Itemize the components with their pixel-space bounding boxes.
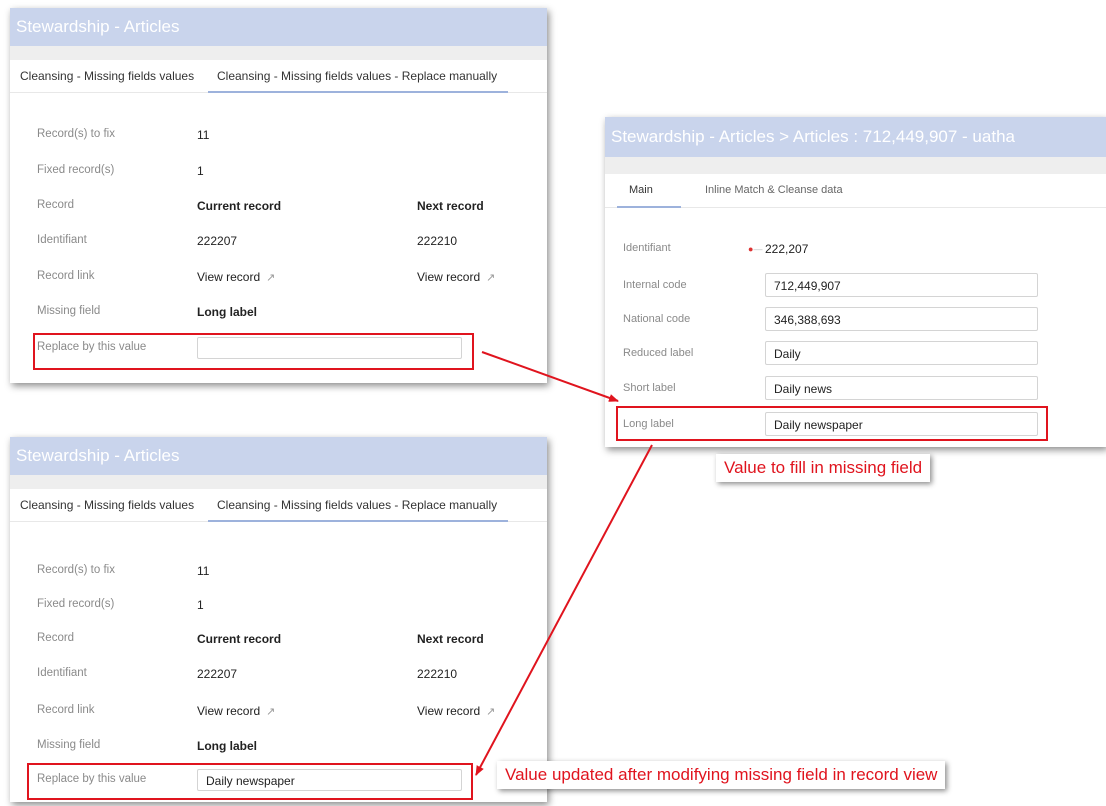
- records-to-fix-label: Record(s) to fix: [37, 128, 115, 140]
- external-link-icon: ↗: [486, 272, 496, 284]
- status-flag-icon: ●—: [748, 244, 763, 254]
- external-link-icon: ↗: [486, 706, 496, 718]
- reduced-label-input[interactable]: Daily: [765, 341, 1038, 365]
- tab-missing-fields[interactable]: Cleansing - Missing fields values: [20, 69, 194, 83]
- records-to-fix-value: 11: [197, 128, 210, 142]
- record-link-label: Record link: [37, 270, 95, 282]
- replace-row-highlight: [27, 763, 473, 800]
- tab-main[interactable]: Main: [629, 184, 653, 196]
- missing-field-label: Missing field: [37, 305, 101, 317]
- next-record-heading: Next record: [417, 632, 484, 646]
- view-record-text: View record: [417, 704, 481, 718]
- identifiant-label: Identifiant: [37, 234, 87, 246]
- short-label-input[interactable]: Daily news: [765, 376, 1038, 400]
- fill-missing-annotation: Value to fill in missing field: [716, 454, 931, 482]
- identifiant-next-value: 222210: [417, 667, 458, 681]
- records-to-fix-value: 11: [197, 564, 210, 578]
- short-label-label: Short label: [623, 382, 676, 394]
- replace-row-highlight: [33, 333, 474, 370]
- national-code-label: National code: [623, 313, 691, 325]
- tab-inline-match-cleanse[interactable]: Inline Match & Cleanse data: [705, 184, 843, 196]
- panel-toolbar-strip: [10, 475, 547, 489]
- panel-toolbar-strip: [605, 157, 1106, 174]
- record-label: Record: [37, 632, 75, 644]
- bottom-stewardship-panel: Stewardship - Articles Cleansing - Missi…: [10, 437, 547, 802]
- identifiant-next-value: 222210: [417, 234, 458, 248]
- panel-title: Stewardship - Articles: [10, 8, 547, 46]
- value-updated-annotation: Value updated after modifying missing fi…: [497, 761, 946, 789]
- fixed-records-label: Fixed record(s): [37, 598, 115, 610]
- reduced-label-label: Reduced label: [623, 347, 694, 359]
- view-record-text: View record: [417, 270, 481, 284]
- missing-field-value: Long label: [197, 305, 257, 319]
- view-record-text: View record: [197, 270, 261, 284]
- internal-code-label: Internal code: [623, 279, 687, 291]
- identifiant-label: Identifiant: [37, 667, 87, 679]
- identifiant-value: 222,207: [765, 242, 809, 256]
- identifiant-label: Identifiant: [623, 242, 671, 254]
- internal-code-input[interactable]: 712,449,907: [765, 273, 1038, 297]
- view-record-text: View record: [197, 704, 261, 718]
- record-view-panel: Stewardship - Articles > Articles : 712,…: [605, 117, 1106, 447]
- fixed-records-value: 1: [197, 598, 204, 612]
- view-next-record-link[interactable]: View record ↗: [417, 270, 495, 284]
- top-stewardship-panel: Stewardship - Articles Cleansing - Missi…: [10, 8, 547, 383]
- identifiant-current-value: 222207: [197, 234, 238, 248]
- fixed-records-value: 1: [197, 164, 204, 178]
- missing-field-label: Missing field: [37, 739, 101, 751]
- view-current-record-link[interactable]: View record ↗: [197, 270, 275, 284]
- identifiant-current-value: 222207: [197, 667, 238, 681]
- missing-field-value: Long label: [197, 739, 257, 753]
- fixed-records-label: Fixed record(s): [37, 164, 115, 176]
- view-current-record-link[interactable]: View record ↗: [197, 704, 275, 718]
- national-code-input[interactable]: 346,388,693: [765, 307, 1038, 331]
- record-link-label: Record link: [37, 704, 95, 716]
- tab-replace-manually[interactable]: Cleansing - Missing fields values - Repl…: [217, 69, 497, 83]
- external-link-icon: ↗: [266, 272, 276, 284]
- panel-toolbar-strip: [10, 46, 547, 60]
- tab-missing-fields[interactable]: Cleansing - Missing fields values: [20, 498, 194, 512]
- current-record-heading: Current record: [197, 632, 282, 646]
- view-next-record-link[interactable]: View record ↗: [417, 704, 495, 718]
- tab-bar: Cleansing - Missing fields values Cleans…: [10, 60, 547, 93]
- current-record-heading: Current record: [197, 199, 282, 213]
- tab-bar: Main Inline Match & Cleanse data: [605, 174, 1106, 208]
- active-tab-indicator: [208, 91, 508, 93]
- breadcrumb: Stewardship - Articles > Articles : 712,…: [605, 117, 1106, 157]
- record-label: Record: [37, 199, 75, 211]
- records-to-fix-label: Record(s) to fix: [37, 564, 115, 576]
- active-tab-indicator: [208, 520, 508, 522]
- next-record-heading: Next record: [417, 199, 484, 213]
- long-label-highlight: [616, 406, 1048, 441]
- tab-replace-manually[interactable]: Cleansing - Missing fields values - Repl…: [217, 498, 497, 512]
- panel-title: Stewardship - Articles: [10, 437, 547, 475]
- tab-bar: Cleansing - Missing fields values Cleans…: [10, 489, 547, 522]
- external-link-icon: ↗: [266, 706, 276, 718]
- active-tab-indicator: [617, 206, 681, 208]
